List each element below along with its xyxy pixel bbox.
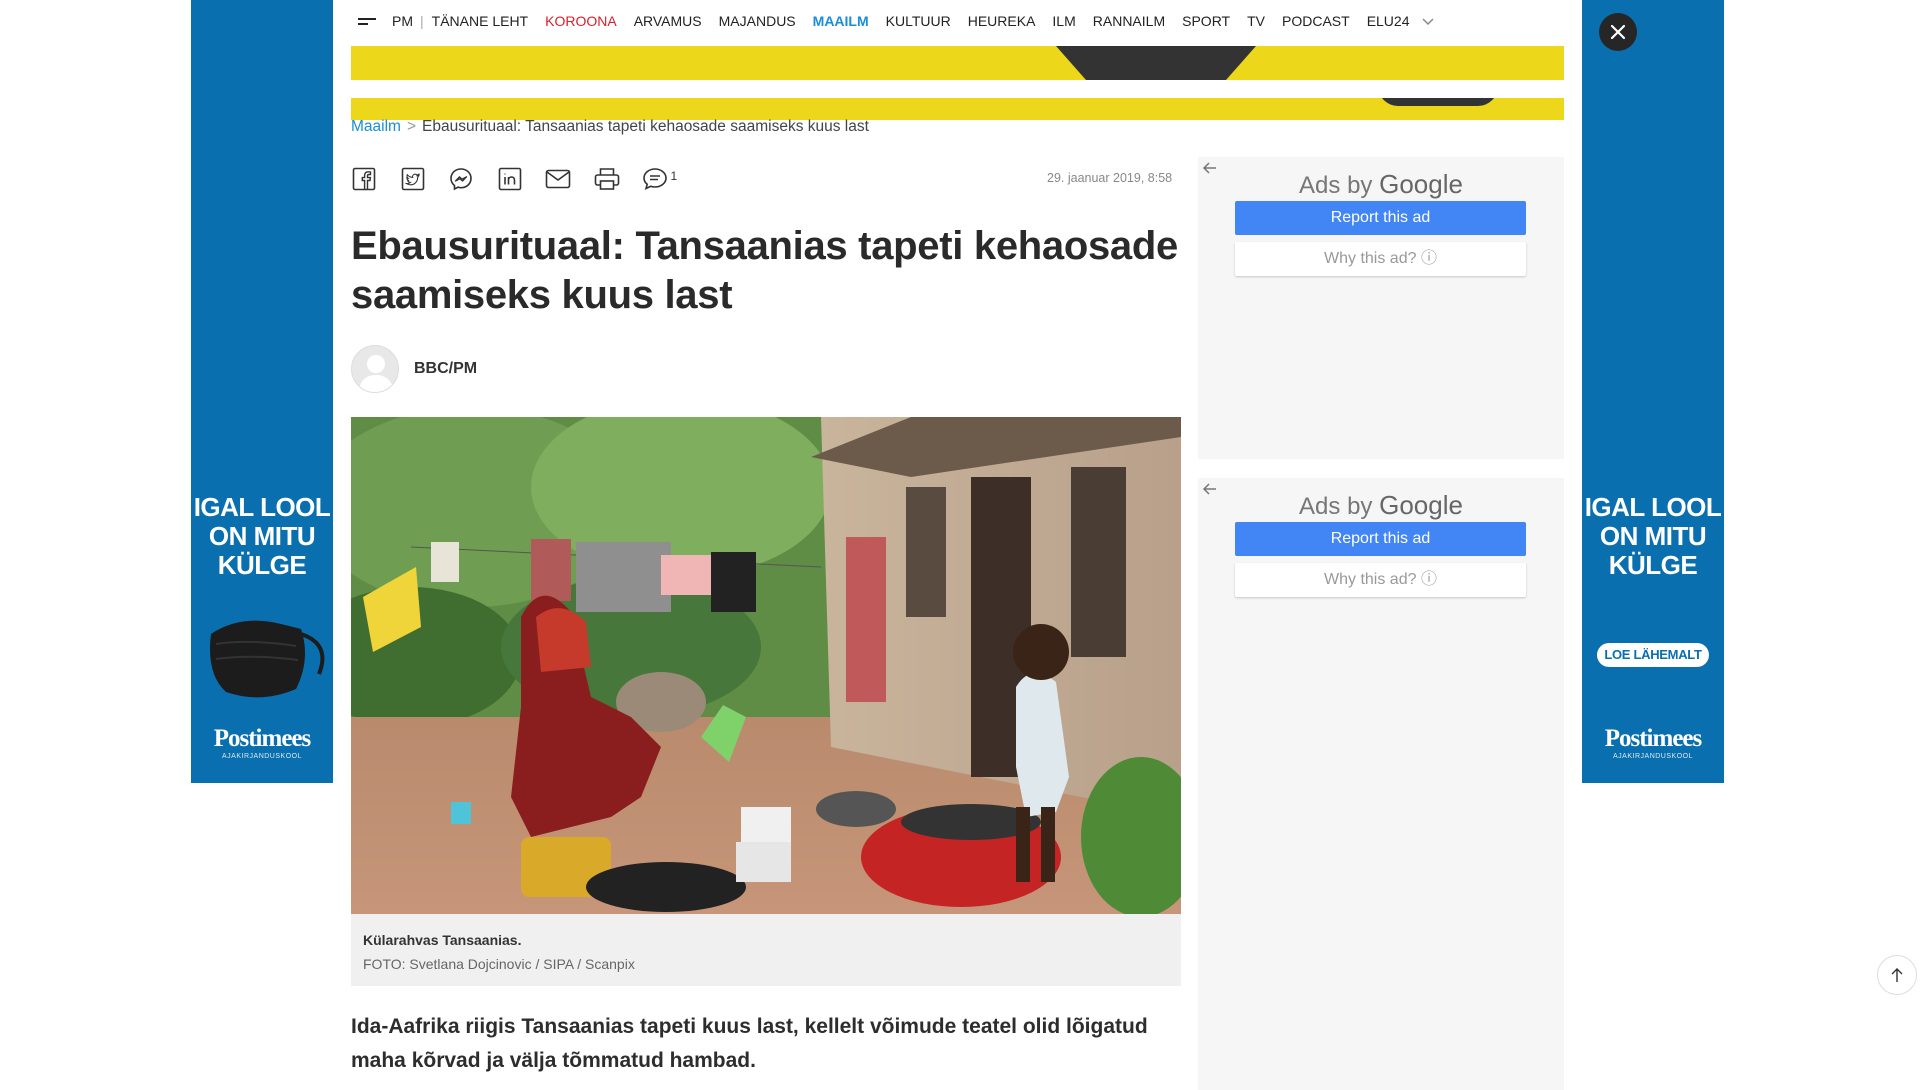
print-icon[interactable] <box>594 166 620 192</box>
photo-caption: Külarahvas Tansaanias. FOTO: Svetlana Do… <box>351 914 1181 986</box>
caption-text: Külarahvas Tansaanias. <box>363 932 522 948</box>
banner-graphic <box>1378 98 1498 106</box>
side-ad-brand: Postimees <box>213 725 312 752</box>
banner-graphic <box>1056 46 1256 80</box>
ads-by-google-label: Ads by Google <box>1299 490 1463 520</box>
breadcrumb-section-link[interactable]: Maailm <box>351 118 401 135</box>
nav-item-elu24[interactable]: ELU24 <box>1367 13 1410 29</box>
side-ad-brand-sub: AJAKIRJANDUSKOOL <box>1613 753 1693 760</box>
breadcrumb-current: Ebausurituaal: Tansaanias tapeti kehaosa… <box>422 118 869 135</box>
nav-item-maailm[interactable]: MAAILM <box>813 13 869 29</box>
menu-icon[interactable] <box>358 15 376 28</box>
arrow-up-icon <box>1891 968 1903 982</box>
side-ad-brand-sub: AJAKIRJANDUSKOOL <box>222 753 302 760</box>
side-ad-brand: Postimees <box>1604 725 1703 752</box>
article-title: Ebausurituaal: Tansaanias tapeti kehaosa… <box>351 224 1178 317</box>
info-icon: ⓘ <box>1420 250 1437 267</box>
report-ad-button[interactable]: Report this ad <box>1235 201 1526 235</box>
chevron-down-icon[interactable] <box>1421 16 1435 26</box>
top-banner-ad[interactable] <box>351 46 1564 80</box>
article-photo[interactable] <box>351 417 1181 914</box>
scroll-to-top-button[interactable] <box>1877 955 1917 995</box>
avatar <box>351 345 399 393</box>
facebook-icon[interactable] <box>351 166 377 192</box>
nav-separator: | <box>420 13 424 29</box>
nav-item-majandus[interactable]: MAJANDUS <box>719 13 796 29</box>
nav-item-ilm[interactable]: ILM <box>1052 13 1075 29</box>
nav-item-heureka[interactable]: HEUREKA <box>968 13 1036 29</box>
google-ad-slot: Ads by Google Report this ad Why this ad… <box>1198 157 1564 459</box>
author-name[interactable]: BBC/PM <box>414 360 477 378</box>
nav-item-rannailm[interactable]: RANNAILM <box>1093 13 1165 29</box>
report-ad-button[interactable]: Report this ad <box>1235 522 1526 556</box>
left-side-ad[interactable]: IGAL LOOL ON MITU KÜLGE Postimees AJAKIR… <box>191 0 333 783</box>
publish-date: 29. jaanuar 2019, 8:58 <box>1047 171 1173 185</box>
breadcrumb: Maailm > Ebausurituaal: Tansaanias tapeti … <box>351 118 869 136</box>
nav-item-koroona[interactable]: KOROONA <box>545 13 617 29</box>
article-lead: Ida-Aafrika riigis Tansaanias tapeti kuu… <box>351 1015 1148 1072</box>
side-ad-headline: IGAL LOOL ON MITU KÜLGE <box>193 492 331 580</box>
close-ad-button[interactable] <box>1599 13 1637 51</box>
top-navigation: PM | TÄNANE LEHT KOROONA ARVAMUS MAJANDU… <box>350 0 1564 42</box>
messenger-icon[interactable] <box>448 166 474 192</box>
linkedin-icon[interactable] <box>497 166 523 192</box>
face-mask-image <box>210 620 325 698</box>
email-icon[interactable] <box>545 166 571 192</box>
right-side-ad[interactable]: IGAL LOOL ON MITU KÜLGE LOE LÄHEMALT Pos… <box>1582 0 1724 783</box>
ads-by-google-label: Ads by Google <box>1299 169 1463 199</box>
nav-item-podcast[interactable]: PODCAST <box>1282 13 1350 29</box>
close-icon <box>1610 24 1626 40</box>
comments-icon[interactable] <box>642 166 668 192</box>
photo-credit: FOTO: Svetlana Dojcinovic / SIPA / Scanp… <box>363 956 635 972</box>
side-ad-read-more-button[interactable]: LOE LÄHEMALT <box>1597 643 1709 667</box>
comment-count: 1 <box>670 169 678 183</box>
author-byline: BBC/PM <box>351 345 477 393</box>
nav-item-arvamus[interactable]: ARVAMUS <box>634 13 702 29</box>
why-this-ad-button[interactable]: Why this ad? ⓘ <box>1235 563 1526 597</box>
google-ad-slot: Ads by Google Report this ad Why this ad… <box>1198 478 1564 1090</box>
nav-item-sport[interactable]: SPORT <box>1182 13 1230 29</box>
nav-item-pm[interactable]: PM <box>392 13 413 29</box>
side-ad-headline: IGAL LOOL ON MITU KÜLGE <box>1584 492 1722 580</box>
why-this-ad-button[interactable]: Why this ad? ⓘ <box>1235 242 1526 276</box>
share-toolbar: 1 <box>351 166 677 192</box>
nav-item-tv[interactable]: TV <box>1247 13 1265 29</box>
nav-item-kultuur[interactable]: KULTUUR <box>886 13 951 29</box>
breadcrumb-separator: > <box>406 118 417 135</box>
top-banner-ad-strip[interactable] <box>351 98 1564 120</box>
nav-item-tanane-leht[interactable]: TÄNANE LEHT <box>432 13 528 29</box>
info-icon: ⓘ <box>1420 571 1437 588</box>
twitter-icon[interactable] <box>400 166 426 192</box>
